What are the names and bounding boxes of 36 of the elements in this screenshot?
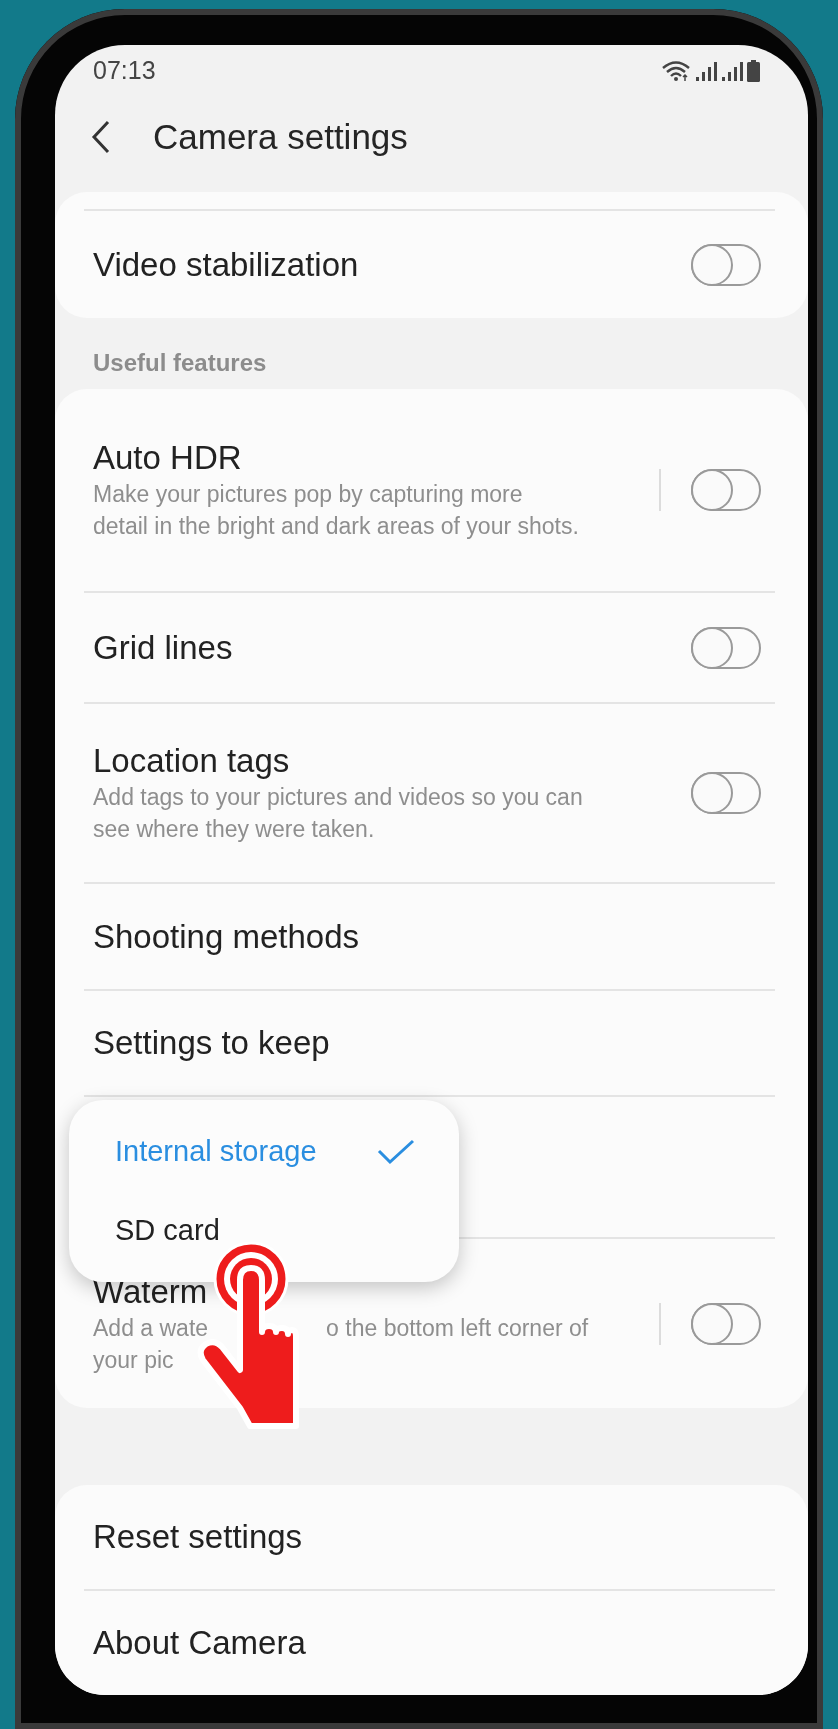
settings-row[interactable]: About Camera xyxy=(55,1591,808,1695)
toggle-switch[interactable] xyxy=(691,1302,761,1345)
signal-icon xyxy=(721,59,743,82)
setting-title: About Camera xyxy=(93,1623,307,1663)
toggle-switch[interactable] xyxy=(691,626,761,669)
toggle-switch[interactable] xyxy=(691,469,761,511)
setting-title: Waterm xyxy=(93,1271,209,1312)
back-icon xyxy=(91,120,111,155)
settings-row[interactable]: Location tags Add tags to your pictures and videos so you can see where they were taken. xyxy=(55,704,808,882)
setting-title: Reset settings xyxy=(93,1517,304,1557)
checkmark-icon xyxy=(377,1138,415,1165)
section-heading: Useful features xyxy=(92,348,268,378)
setting-title: Location tags xyxy=(93,741,291,781)
setting-description: your pic xyxy=(93,1345,174,1375)
toggle-switch[interactable] xyxy=(691,243,761,286)
setting-description: o the bottom left corner of xyxy=(326,1313,589,1343)
settings-row[interactable]: Video stabilization xyxy=(55,211,808,318)
screen-title: Camera settings xyxy=(153,117,408,158)
signal-icon xyxy=(695,59,717,82)
status-time: 07:13 xyxy=(93,56,156,86)
setting-description: Add a wate xyxy=(93,1313,209,1343)
settings-row[interactable]: Grid lines xyxy=(55,593,808,702)
settings-row[interactable]: Shooting methods xyxy=(55,884,808,989)
toggle-switch[interactable] xyxy=(691,772,761,814)
settings-row[interactable]: Settings to keep xyxy=(55,991,808,1095)
setting-title: Auto HDR xyxy=(93,438,243,478)
battery-icon xyxy=(747,59,760,82)
setting-title: Grid lines xyxy=(93,627,234,668)
setting-title: Shooting methods xyxy=(93,916,360,957)
setting-title: Video stabilization xyxy=(93,244,360,285)
setting-title: Settings to keep xyxy=(93,1023,331,1063)
settings-row[interactable]: Auto HDR Make your pictures pop by capturing more detail in the bright and dark areas of your shots. xyxy=(55,389,808,591)
setting-description: Add tags to your pictures and videos so you can see where they were taken. xyxy=(93,783,583,844)
settings-row[interactable]: Reset settings xyxy=(55,1485,808,1589)
wifi-icon xyxy=(661,59,691,82)
setting-description: Make your pictures pop by capturing more detail in the bright and dark areas of your shots. xyxy=(93,480,580,541)
